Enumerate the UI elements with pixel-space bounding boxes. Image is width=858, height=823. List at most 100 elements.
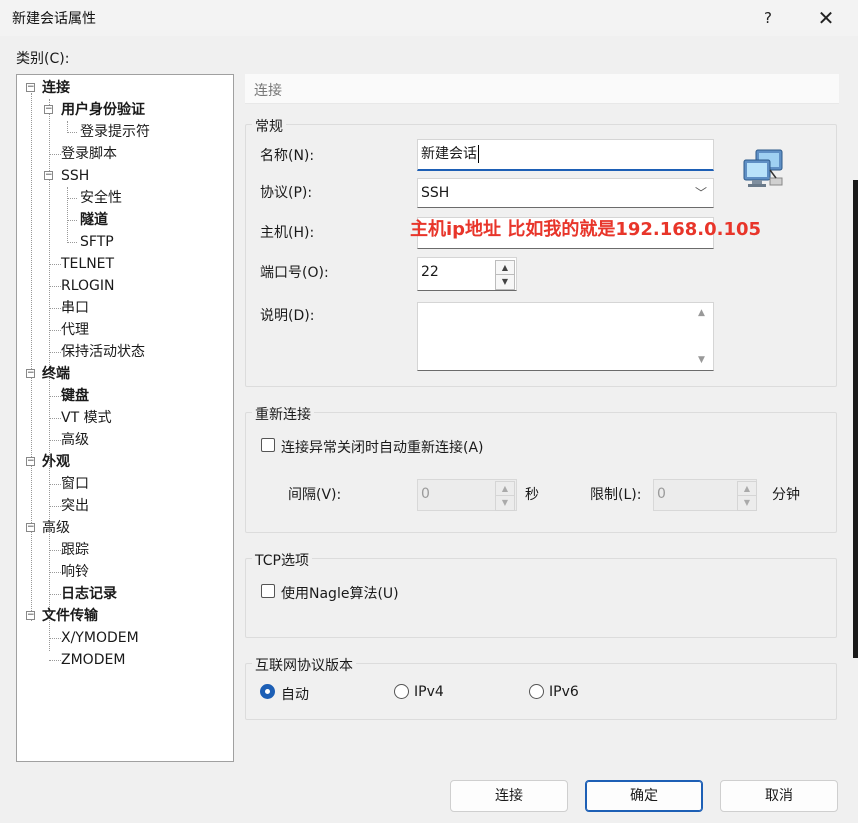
port-label: 端口号(O): xyxy=(260,265,329,281)
collapse-icon[interactable]: − xyxy=(26,457,35,466)
tree-line xyxy=(67,198,77,199)
tree-line xyxy=(49,506,61,507)
tree-line xyxy=(67,187,68,243)
title-bar xyxy=(0,0,858,36)
tree-line xyxy=(67,242,77,243)
general-group-title: 常规 xyxy=(252,116,286,136)
tree-line xyxy=(49,418,61,419)
tree-line xyxy=(49,352,61,353)
tree-item-zmodem[interactable]: ZMODEM xyxy=(61,650,125,670)
tree-item-proxy[interactable]: 代理 xyxy=(61,320,89,340)
tree-item-sftp[interactable]: SFTP xyxy=(80,232,114,252)
cancel-button[interactable]: 取消 xyxy=(720,780,838,812)
window-title: 新建会话属性 xyxy=(12,11,96,27)
interval-spinner[interactable]: ▲ ▼ xyxy=(495,481,515,511)
collapse-icon[interactable]: − xyxy=(26,83,35,92)
tree-item-window[interactable]: 窗口 xyxy=(61,474,89,494)
network-computers-icon xyxy=(742,148,788,190)
ipv4-radio[interactable] xyxy=(394,684,409,699)
name-input[interactable]: 新建会话 xyxy=(417,139,714,171)
limit-label: 限制(L): xyxy=(590,487,642,503)
category-label: 类别(C): xyxy=(16,51,70,67)
tree-item-authentication[interactable]: 用户身份验证 xyxy=(61,100,145,120)
tree-line xyxy=(49,396,61,397)
name-label: 名称(N): xyxy=(260,148,315,164)
tree-item-rlogin[interactable]: RLOGIN xyxy=(61,276,115,296)
spin-up-icon[interactable]: ▲ xyxy=(496,482,514,496)
collapse-icon[interactable]: − xyxy=(44,105,53,114)
tree-line xyxy=(49,440,61,441)
reconnect-group xyxy=(245,412,837,533)
connect-button[interactable]: 连接 xyxy=(450,780,568,812)
collapse-icon[interactable]: − xyxy=(44,171,53,180)
tree-item-xymodem[interactable]: X/YMODEM xyxy=(61,628,139,648)
collapse-icon[interactable]: − xyxy=(26,523,35,532)
tree-item-login-scripts[interactable]: 登录脚本 xyxy=(61,144,117,164)
tree-item-ssh[interactable]: SSH xyxy=(61,166,89,186)
description-label: 说明(D): xyxy=(260,308,315,324)
reconnect-group-title: 重新连接 xyxy=(252,404,314,424)
description-scrollbar[interactable]: ▲ ▼ xyxy=(694,304,712,369)
tree-line xyxy=(49,286,61,287)
auto-reconnect-label: 连接异常关闭时自动重新连接(A) xyxy=(281,440,484,456)
tree-line xyxy=(31,93,32,621)
tree-item-terminal[interactable]: 终端 xyxy=(42,364,70,384)
tree-item-appearance[interactable]: 外观 xyxy=(42,452,70,472)
text-caret xyxy=(478,145,479,163)
panel-header xyxy=(245,74,839,104)
protocol-select[interactable]: SSH ﹀ xyxy=(417,178,714,208)
tree-line xyxy=(49,550,61,551)
ip-auto-radio[interactable] xyxy=(260,684,275,699)
protocol-label: 协议(P): xyxy=(260,185,313,201)
tree-item-logging[interactable]: 日志记录 xyxy=(61,584,117,604)
ipv6-radio[interactable] xyxy=(529,684,544,699)
tree-item-vt-modes[interactable]: VT 模式 xyxy=(61,408,112,428)
tree-item-trace[interactable]: 跟踪 xyxy=(61,540,89,560)
tree-line xyxy=(49,308,61,309)
collapse-icon[interactable]: − xyxy=(26,369,35,378)
interval-unit: 秒 xyxy=(525,487,539,503)
spin-up-icon[interactable]: ▲ xyxy=(738,482,756,496)
tree-item-advanced[interactable]: 高级 xyxy=(42,518,70,538)
description-textarea[interactable] xyxy=(417,302,714,371)
tree-item-terminal-advanced[interactable]: 高级 xyxy=(61,430,89,450)
spin-down-icon[interactable]: ▼ xyxy=(738,496,756,510)
ok-button[interactable]: 确定 xyxy=(585,780,703,812)
tree-item-security[interactable]: 安全性 xyxy=(80,188,122,208)
tree-item-highlight[interactable]: 突出 xyxy=(61,496,89,516)
auto-reconnect-checkbox[interactable] xyxy=(261,438,275,452)
port-spinner[interactable]: ▲ ▼ xyxy=(495,260,515,290)
category-tree[interactable]: − − − − − − − 连接 用户身份验证 登录提示符 登录脚本 SSH 安… xyxy=(16,74,234,762)
limit-unit: 分钟 xyxy=(772,487,800,503)
tcp-group-title: TCP选项 xyxy=(252,550,312,570)
chevron-down-icon: ﹀ xyxy=(694,186,707,200)
tree-item-keep-alive[interactable]: 保持活动状态 xyxy=(61,342,145,362)
scroll-down-icon[interactable]: ▼ xyxy=(698,355,705,365)
scroll-up-icon[interactable]: ▲ xyxy=(698,308,705,318)
tree-line xyxy=(49,594,61,595)
nagle-checkbox[interactable] xyxy=(261,584,275,598)
tree-item-telnet[interactable]: TELNET xyxy=(61,254,114,274)
spin-down-icon[interactable]: ▼ xyxy=(496,496,514,510)
limit-spinner[interactable]: ▲ ▼ xyxy=(737,481,757,511)
tree-item-keyboard[interactable]: 键盘 xyxy=(61,386,89,406)
tree-item-bell[interactable]: 响铃 xyxy=(61,562,89,582)
collapse-icon[interactable]: − xyxy=(26,611,35,620)
close-button[interactable]: ✕ xyxy=(806,4,846,32)
host-label: 主机(H): xyxy=(260,225,315,241)
ipv4-label: IPv4 xyxy=(414,684,444,700)
tree-item-login-prompts[interactable]: 登录提示符 xyxy=(80,122,150,142)
tree-item-serial[interactable]: 串口 xyxy=(61,298,89,318)
tree-item-file-transfer[interactable]: 文件传输 xyxy=(42,606,98,626)
spin-down-icon[interactable]: ▼ xyxy=(496,275,514,289)
tree-item-tunneling[interactable]: 隧道 xyxy=(80,210,108,230)
help-button[interactable]: ? xyxy=(752,4,784,32)
nagle-label: 使用Nagle算法(U) xyxy=(281,586,399,602)
tree-item-connection[interactable]: 连接 xyxy=(42,78,70,98)
spin-up-icon[interactable]: ▲ xyxy=(496,261,514,275)
background-window-edge xyxy=(853,180,858,658)
interval-label: 间隔(V): xyxy=(288,487,342,503)
panel-header-title: 连接 xyxy=(254,83,282,99)
tree-line xyxy=(49,154,61,155)
tree-line xyxy=(49,484,61,485)
